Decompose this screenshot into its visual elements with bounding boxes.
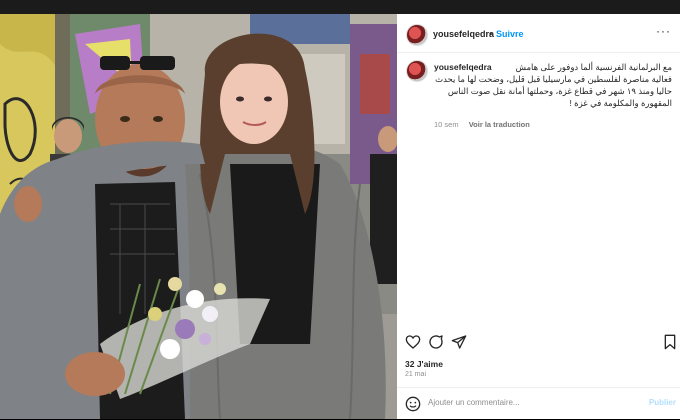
caption-age: 10 sem [434,120,459,129]
top-strip [0,0,680,14]
caption-meta: 10 sem Voir la traduction [434,120,538,129]
follow-button[interactable]: Suivre [496,29,524,39]
post-photo-illustration [0,14,397,419]
action-bar [397,334,680,354]
post-sidebar: yousefelqedra • Suivre ··· yousefelqedra… [397,14,680,419]
caption-username[interactable]: yousefelqedra [434,61,492,73]
separator-dot: • [489,29,493,39]
caption: yousefelqedra مع البرلمانية الفرنسية ألم… [434,61,672,109]
post-photo[interactable] [0,14,397,419]
heart-icon[interactable] [405,334,421,350]
header-username[interactable]: yousefelqedra [433,29,494,39]
comment-input[interactable] [428,398,628,407]
profile-avatar[interactable] [406,24,428,46]
comment-bar: Publier [397,387,680,420]
more-options-icon[interactable]: ··· [656,24,671,38]
translate-link[interactable]: Voir la traduction [469,120,530,129]
post-date: 21 mai [405,371,427,378]
caption-avatar[interactable] [406,60,428,82]
post-header: yousefelqedra • Suivre ··· [397,14,680,53]
emoji-icon[interactable] [405,396,421,412]
likes-count[interactable]: 32 J'aime [405,359,443,369]
comment-icon[interactable] [428,334,444,350]
share-icon[interactable] [451,334,467,350]
bookmark-icon[interactable] [662,334,678,350]
publish-button[interactable]: Publier [649,398,676,407]
